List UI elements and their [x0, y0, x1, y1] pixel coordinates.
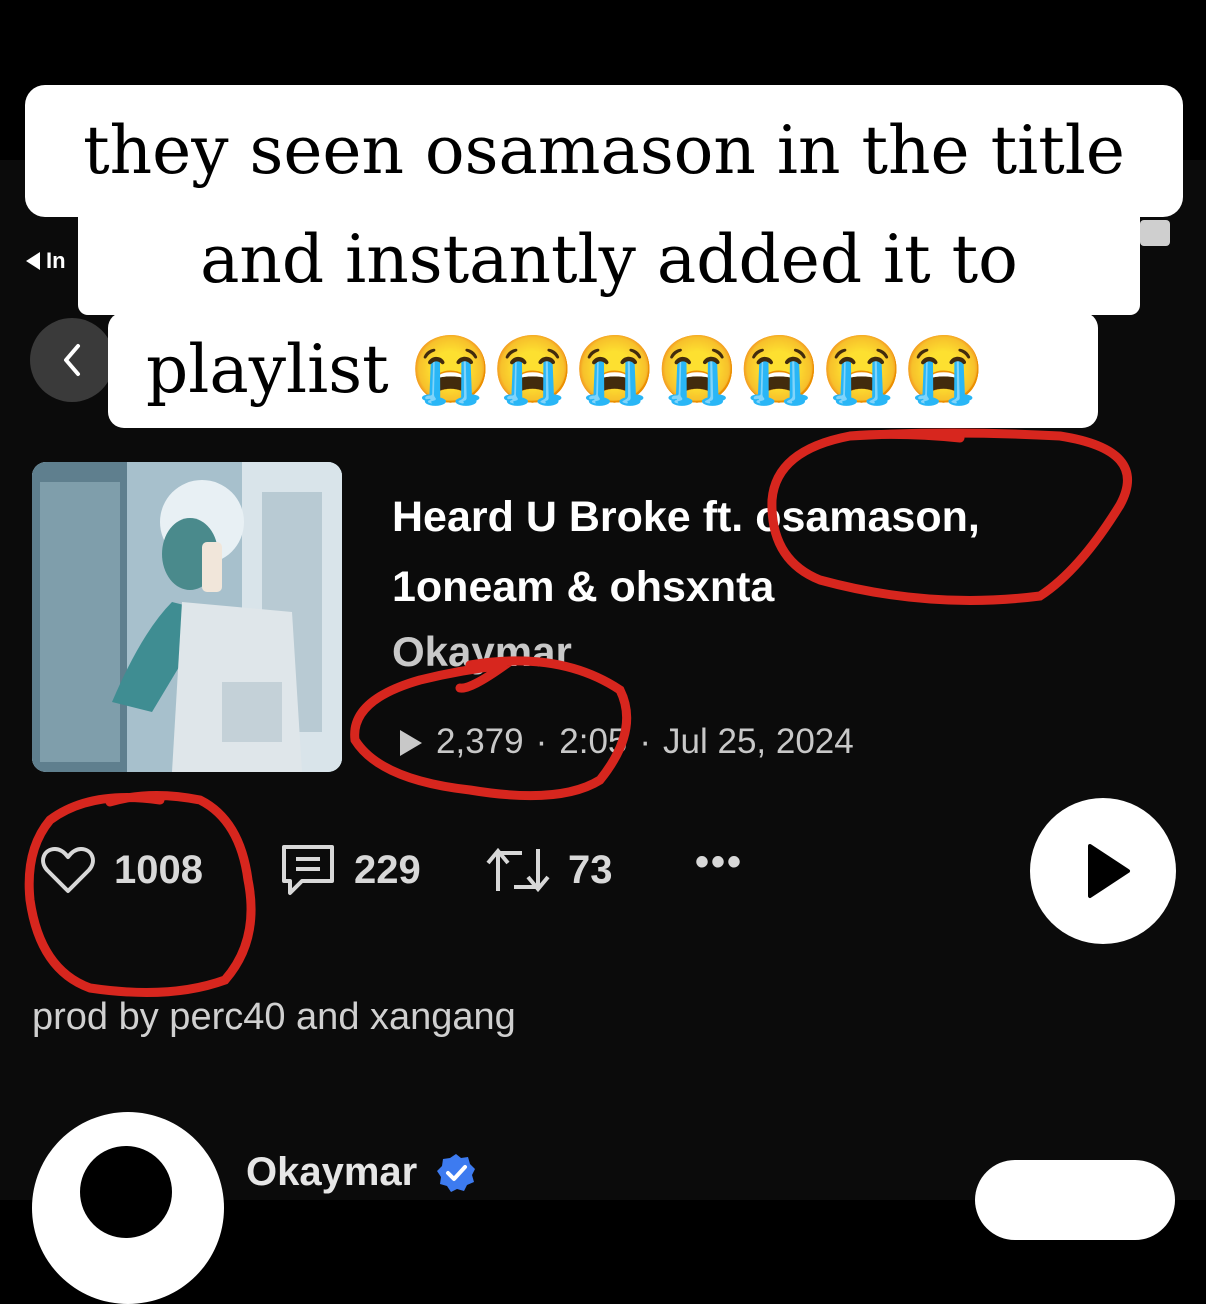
chevron-left-icon — [64, 344, 80, 376]
back-triangle-icon — [26, 252, 40, 270]
like-count: 1008 — [114, 847, 203, 892]
meta-separator: · — [639, 722, 652, 761]
uploader-name[interactable]: Okaymar — [246, 1150, 477, 1195]
comment-icon — [282, 845, 334, 895]
repost-icon — [486, 847, 550, 893]
caption-line-2: and instantly added it to — [78, 205, 1140, 315]
uploader-name-label: Okaymar — [246, 1150, 418, 1194]
uploader-avatar[interactable] — [32, 1112, 224, 1304]
caption-line-1: they seen osamason in the title — [25, 85, 1183, 217]
overflow-hint — [1140, 220, 1170, 246]
back-navigation-hint[interactable]: In — [26, 248, 66, 274]
repost-count: 73 — [568, 847, 613, 892]
meta-separator: · — [535, 722, 548, 761]
play-button[interactable] — [1030, 798, 1176, 944]
track-artist[interactable]: Okaymar — [392, 628, 572, 676]
heart-icon — [41, 847, 95, 893]
track-cover-art[interactable] — [32, 462, 342, 772]
track-meta: 2,379 · 2:05 · Jul 25, 2024 — [400, 722, 854, 762]
like-button[interactable]: 1008 — [40, 840, 203, 900]
track-description: prod by perc40 and xangang — [32, 996, 516, 1038]
repost-button[interactable]: 73 — [486, 840, 613, 900]
play-count: 2,379 — [436, 722, 524, 761]
verified-badge-icon — [437, 1153, 476, 1192]
more-options-button[interactable]: ••• — [695, 840, 743, 885]
track-duration: 2:05 — [559, 722, 628, 761]
track-title[interactable]: Heard U Broke ft. osamason, 1oneam & ohs… — [392, 482, 1092, 622]
release-date: Jul 25, 2024 — [663, 722, 854, 761]
follow-button[interactable] — [975, 1160, 1175, 1240]
play-count-icon — [400, 730, 422, 756]
cover-image — [32, 462, 342, 772]
back-button[interactable] — [30, 318, 114, 402]
avatar-image — [80, 1146, 172, 1238]
back-hint-label: In — [46, 248, 66, 273]
comment-button[interactable]: 229 — [280, 840, 421, 900]
play-icon — [1088, 844, 1130, 898]
caption-line-3: playlist 😭😭😭😭😭😭😭 — [108, 312, 1098, 428]
comment-count: 229 — [354, 847, 421, 892]
